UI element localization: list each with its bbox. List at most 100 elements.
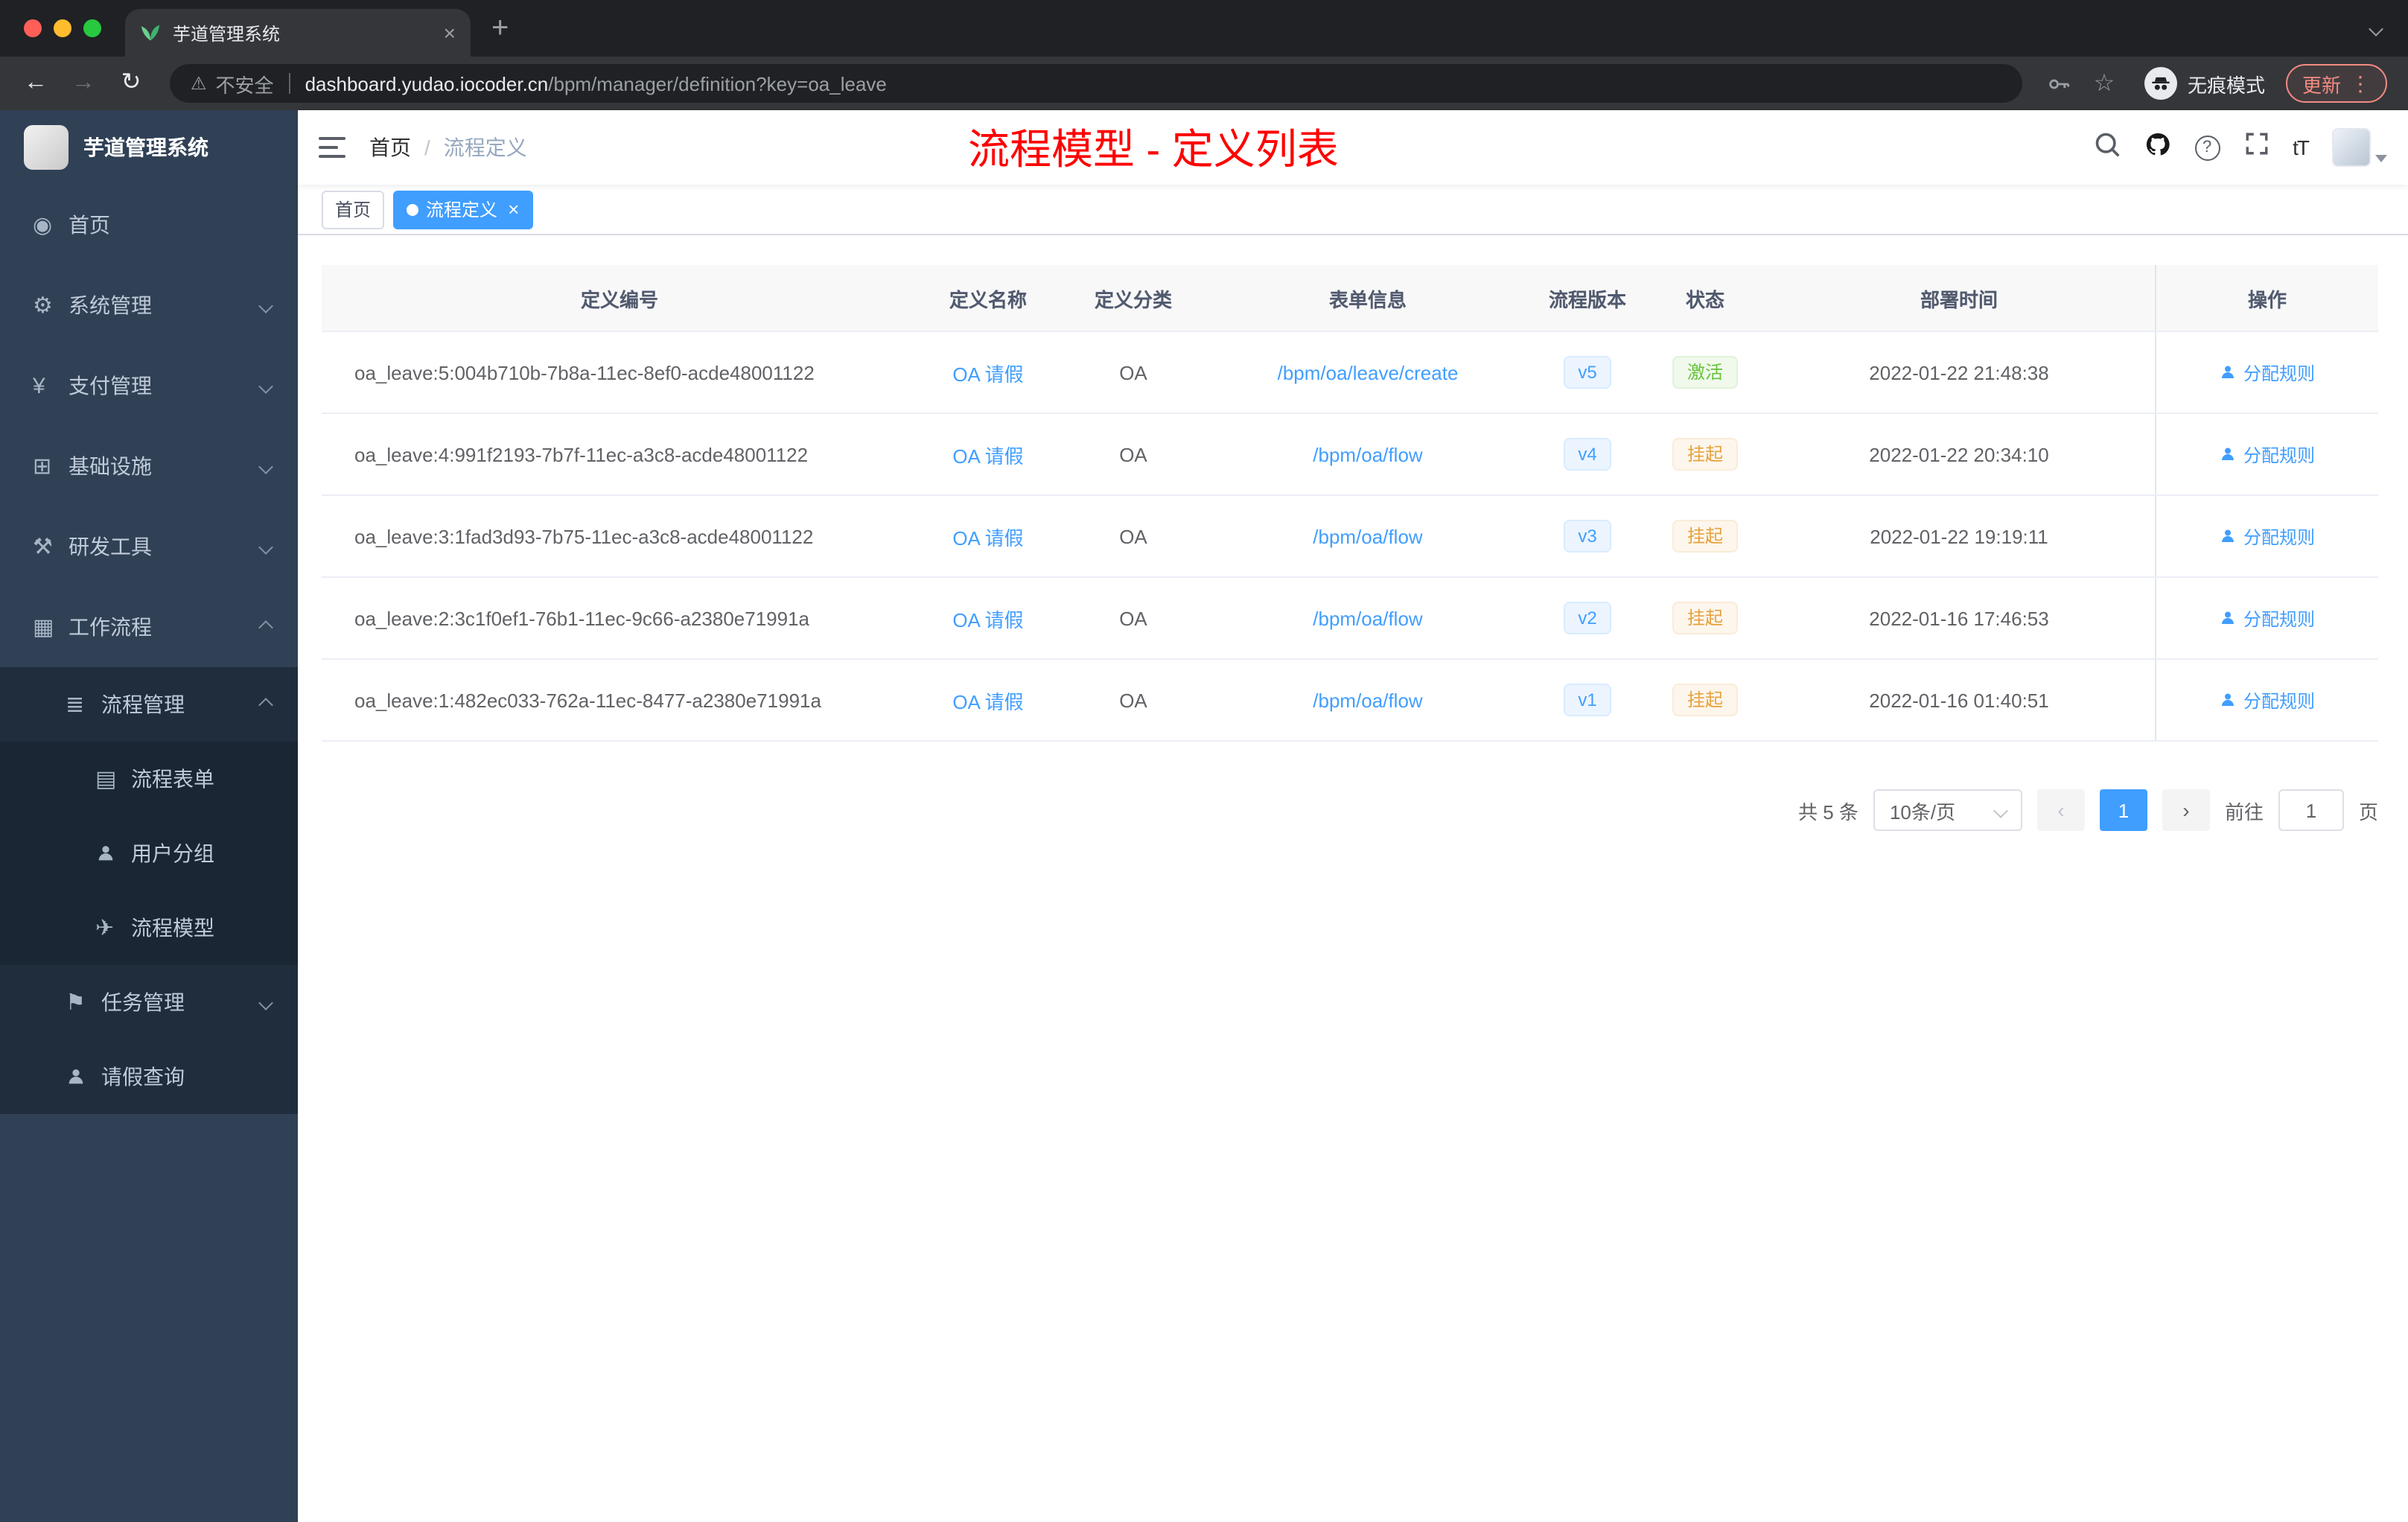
browser-tab[interactable]: 芋道管理系统 × xyxy=(125,9,471,57)
person-icon xyxy=(2222,448,2235,460)
page-content: 定义编号 定义名称 定义分类 表单信息 流程版本 状态 部署时间 操作 oa_l… xyxy=(298,235,2408,1522)
form-link[interactable]: /bpm/oa/flow xyxy=(1313,443,1422,465)
address-bar[interactable]: ⚠ 不安全 dashboard.yudao.iocoder.cn/bpm/man… xyxy=(170,64,2022,103)
form-link[interactable]: /bpm/oa/flow xyxy=(1313,689,1422,711)
font-size-icon[interactable]: tT xyxy=(2293,136,2310,159)
sidebar-item-home[interactable]: ◉ 首页 xyxy=(0,185,298,265)
tab-strip: 芋道管理系统 × + xyxy=(0,0,2408,57)
menu-icon: ⚙ xyxy=(33,293,53,319)
definition-name-link[interactable]: OA 请假 xyxy=(952,608,1023,631)
person-icon xyxy=(2222,693,2235,706)
assign-rule-label: 分配规则 xyxy=(2243,608,2315,629)
tag-process-definition[interactable]: 流程定义 × xyxy=(393,190,533,229)
assign-rule-link[interactable]: 分配规则 xyxy=(2220,360,2315,385)
col-deploy-time: 部署时间 xyxy=(1920,288,1998,311)
bookmark-star-icon[interactable]: ☆ xyxy=(2085,69,2124,98)
page-1-button[interactable]: 1 xyxy=(2099,789,2147,831)
cell-deploy-time: 2022-01-22 19:19:11 xyxy=(1870,525,2048,547)
version-tag: v4 xyxy=(1563,438,1612,471)
sidebar-item-process-management[interactable]: ≣ 流程管理 xyxy=(0,667,298,742)
sidebar-item-label: 流程管理 xyxy=(101,692,185,716)
status-tag: 挂起 xyxy=(1672,520,1738,553)
sidebar-item-process-model[interactable]: ✈ 流程模型 xyxy=(0,891,298,965)
search-icon[interactable] xyxy=(2093,130,2120,165)
cell-category: OA xyxy=(1119,607,1147,629)
person-icon xyxy=(2222,366,2235,378)
form-link[interactable]: /bpm/oa/flow xyxy=(1313,525,1422,547)
definition-name-link[interactable]: OA 请假 xyxy=(952,526,1023,549)
version-tag: v3 xyxy=(1563,520,1612,553)
help-icon[interactable]: ? xyxy=(2194,135,2220,160)
sidebar-item-dev-tools[interactable]: ⚒ 研发工具 xyxy=(0,506,298,587)
user-menu[interactable] xyxy=(2332,128,2387,167)
chevron-icon xyxy=(258,539,273,554)
goto-page-input[interactable] xyxy=(2278,789,2344,831)
definition-name-link[interactable]: OA 请假 xyxy=(952,445,1023,467)
url-text: dashboard.yudao.iocoder.cn/bpm/manager/d… xyxy=(305,72,887,95)
sidebar-item-label: 请假查询 xyxy=(101,1065,185,1089)
incognito-badge: 无痕模式 xyxy=(2144,67,2265,100)
sidebar-item-infrastructure[interactable]: ⊞ 基础设施 xyxy=(0,426,298,506)
assign-rule-label: 分配规则 xyxy=(2243,526,2315,547)
sidebar-item-workflow[interactable]: ▦ 工作流程 xyxy=(0,587,298,667)
hamburger-icon[interactable] xyxy=(319,136,345,159)
sidebar-item-payment[interactable]: ¥ 支付管理 xyxy=(0,346,298,426)
pagination: 共 5 条 10条/页 ‹ 1 › 前往 页 xyxy=(322,789,2378,831)
active-dot-icon xyxy=(407,203,419,215)
breadcrumb-home[interactable]: 首页 xyxy=(369,133,411,162)
next-page-button[interactable]: › xyxy=(2162,789,2210,831)
fullscreen-icon[interactable] xyxy=(2243,131,2269,164)
github-icon[interactable] xyxy=(2144,130,2170,165)
new-tab-button[interactable]: + xyxy=(491,13,509,43)
chevron-down-icon xyxy=(2375,155,2387,162)
sidebar-item-task-management[interactable]: ⚑ 任务管理 xyxy=(0,965,298,1039)
avatar[interactable] xyxy=(2332,128,2371,167)
maximize-window-button[interactable] xyxy=(83,19,101,37)
navbar-actions: ? tT xyxy=(2093,128,2387,167)
breadcrumb: 首页 / 流程定义 xyxy=(369,133,527,162)
assign-rule-link[interactable]: 分配规则 xyxy=(2220,687,2315,713)
goto-prefix-label: 前往 xyxy=(2224,800,2264,823)
menu-icon: ✈ xyxy=(95,916,115,941)
chevron-icon xyxy=(258,995,273,1010)
security-warning-icon: ⚠ xyxy=(191,73,207,94)
browser-menu-icon[interactable]: ⋮ xyxy=(2350,73,2371,94)
update-label: 更新 xyxy=(2302,74,2341,96)
sidebar-item-leave-query[interactable]: 请假查询 xyxy=(0,1039,298,1114)
tab-close-icon[interactable]: × xyxy=(444,22,456,43)
col-definition-id: 定义编号 xyxy=(580,288,658,311)
definition-name-link[interactable]: OA 请假 xyxy=(952,690,1023,713)
tag-close-icon[interactable]: × xyxy=(508,200,519,219)
cell-category: OA xyxy=(1119,443,1147,465)
close-window-button[interactable] xyxy=(24,19,42,37)
tag-home[interactable]: 首页 xyxy=(322,190,385,229)
sidebar-item-system[interactable]: ⚙ 系统管理 xyxy=(0,265,298,346)
sidebar: 芋道管理系统 ◉ 首页 ⚙ 系统管理 ¥ 支付管理 ⊞ 基础设施 ⚒ 研发工具 … xyxy=(0,110,298,1522)
assign-rule-link[interactable]: 分配规则 xyxy=(2220,523,2315,549)
sidebar-item-user-group[interactable]: 用户分组 xyxy=(0,816,298,891)
tab-search-icon[interactable] xyxy=(2369,21,2383,36)
update-button[interactable]: 更新 ⋮ xyxy=(2285,64,2387,103)
cell-definition-id: oa_leave:1:482ec033-762a-11ec-8477-a2380… xyxy=(354,689,821,711)
status-tag: 挂起 xyxy=(1672,684,1738,716)
form-link[interactable]: /bpm/oa/flow xyxy=(1313,607,1422,629)
prev-page-button[interactable]: ‹ xyxy=(2036,789,2085,831)
minimize-window-button[interactable] xyxy=(54,19,71,37)
browser-window: 芋道管理系统 × + ← → ↻ ⚠ 不安全 dashboard.yudao.i… xyxy=(0,0,2408,1522)
chevron-icon xyxy=(258,620,273,634)
page-size-select[interactable]: 10条/页 xyxy=(1873,789,2022,831)
col-form-info: 表单信息 xyxy=(1328,288,1407,311)
reload-button[interactable]: ↻ xyxy=(110,71,152,95)
window-controls xyxy=(0,19,125,37)
forward-button[interactable]: → xyxy=(63,71,104,95)
sidebar-item-process-form[interactable]: ▤ 流程表单 xyxy=(0,742,298,816)
assign-rule-link[interactable]: 分配规则 xyxy=(2220,442,2315,467)
definition-name-link[interactable]: OA 请假 xyxy=(952,363,1023,385)
key-icon[interactable] xyxy=(2040,71,2079,96)
form-link[interactable]: /bpm/oa/leave/create xyxy=(1278,361,1459,383)
back-button[interactable]: ← xyxy=(15,71,57,95)
assign-rule-link[interactable]: 分配规则 xyxy=(2220,605,2315,631)
sidebar-item-label: 首页 xyxy=(69,213,110,237)
version-tag: v1 xyxy=(1563,684,1612,716)
sidebar-item-label: 流程模型 xyxy=(131,916,214,940)
